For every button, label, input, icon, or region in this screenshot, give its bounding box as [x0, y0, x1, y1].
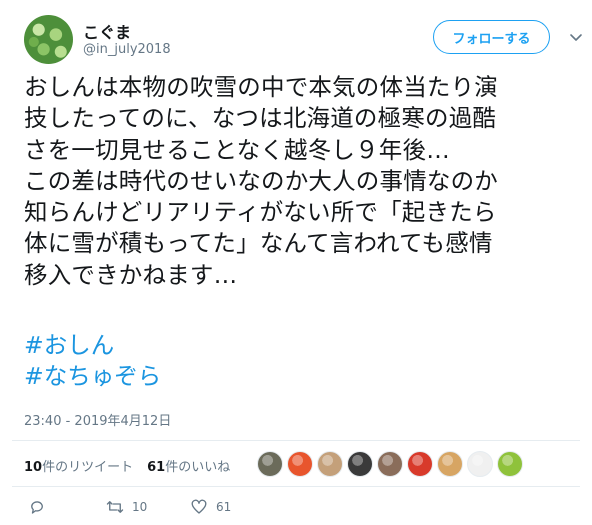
retweet-stat-label: 件のリツイート: [42, 460, 134, 475]
hashtag-list: #おしん #なちゅぞら: [24, 330, 161, 392]
reply-icon: [31, 501, 43, 514]
liker-avatar-8[interactable]: [467, 451, 493, 477]
liker-avatar-9[interactable]: [497, 451, 523, 477]
hashtag-link-oshin[interactable]: #おしん: [24, 330, 161, 361]
like-stat-label: 件のいいね: [165, 460, 231, 475]
liker-avatars: [257, 451, 523, 477]
hashtag-link-nachuzora[interactable]: #なちゅぞら: [24, 361, 161, 392]
liker-avatar-5[interactable]: [377, 451, 403, 477]
liker-avatar-7[interactable]: [437, 451, 463, 477]
retweet-button[interactable]: 10: [106, 498, 147, 516]
tweet-stats: 10件のリツイート 61件のいいね: [24, 456, 230, 475]
like-button[interactable]: 61: [190, 498, 231, 516]
display-name[interactable]: こぐま: [83, 19, 131, 43]
liker-avatar-4[interactable]: [347, 451, 373, 477]
heart-icon: [191, 499, 207, 514]
divider: [12, 440, 580, 441]
retweet-stat[interactable]: 10件のリツイート: [24, 456, 133, 475]
tweet-timestamp[interactable]: 23:40 - 2019年4月12日: [24, 410, 171, 429]
liker-avatar-2[interactable]: [287, 451, 313, 477]
like-stat-count: 61: [147, 460, 166, 475]
reply-button[interactable]: [28, 498, 46, 516]
tweet-text: おしんは本物の吹雪の中で本気の体当たり演 技したってのに、なつは北海道の極寒の過…: [24, 73, 498, 289]
liker-avatar-6[interactable]: [407, 451, 433, 477]
user-handle[interactable]: @in_july2018: [83, 42, 171, 57]
like-count: 61: [216, 500, 232, 514]
retweet-stat-count: 10: [24, 460, 43, 475]
liker-avatar-3[interactable]: [317, 451, 343, 477]
divider: [12, 486, 580, 487]
user-avatar[interactable]: [24, 15, 73, 64]
tweet-actions: 10 61: [24, 498, 584, 522]
retweet-count: 10: [132, 500, 148, 514]
retweet-icon: [106, 501, 124, 513]
liker-avatar-1[interactable]: [257, 451, 283, 477]
follow-button[interactable]: フォローする: [433, 20, 550, 54]
chevron-down-icon[interactable]: [569, 30, 583, 44]
like-stat[interactable]: 61件のいいね: [147, 456, 230, 475]
tweet-header: こぐま @in_july2018 フォローする: [24, 15, 584, 65]
